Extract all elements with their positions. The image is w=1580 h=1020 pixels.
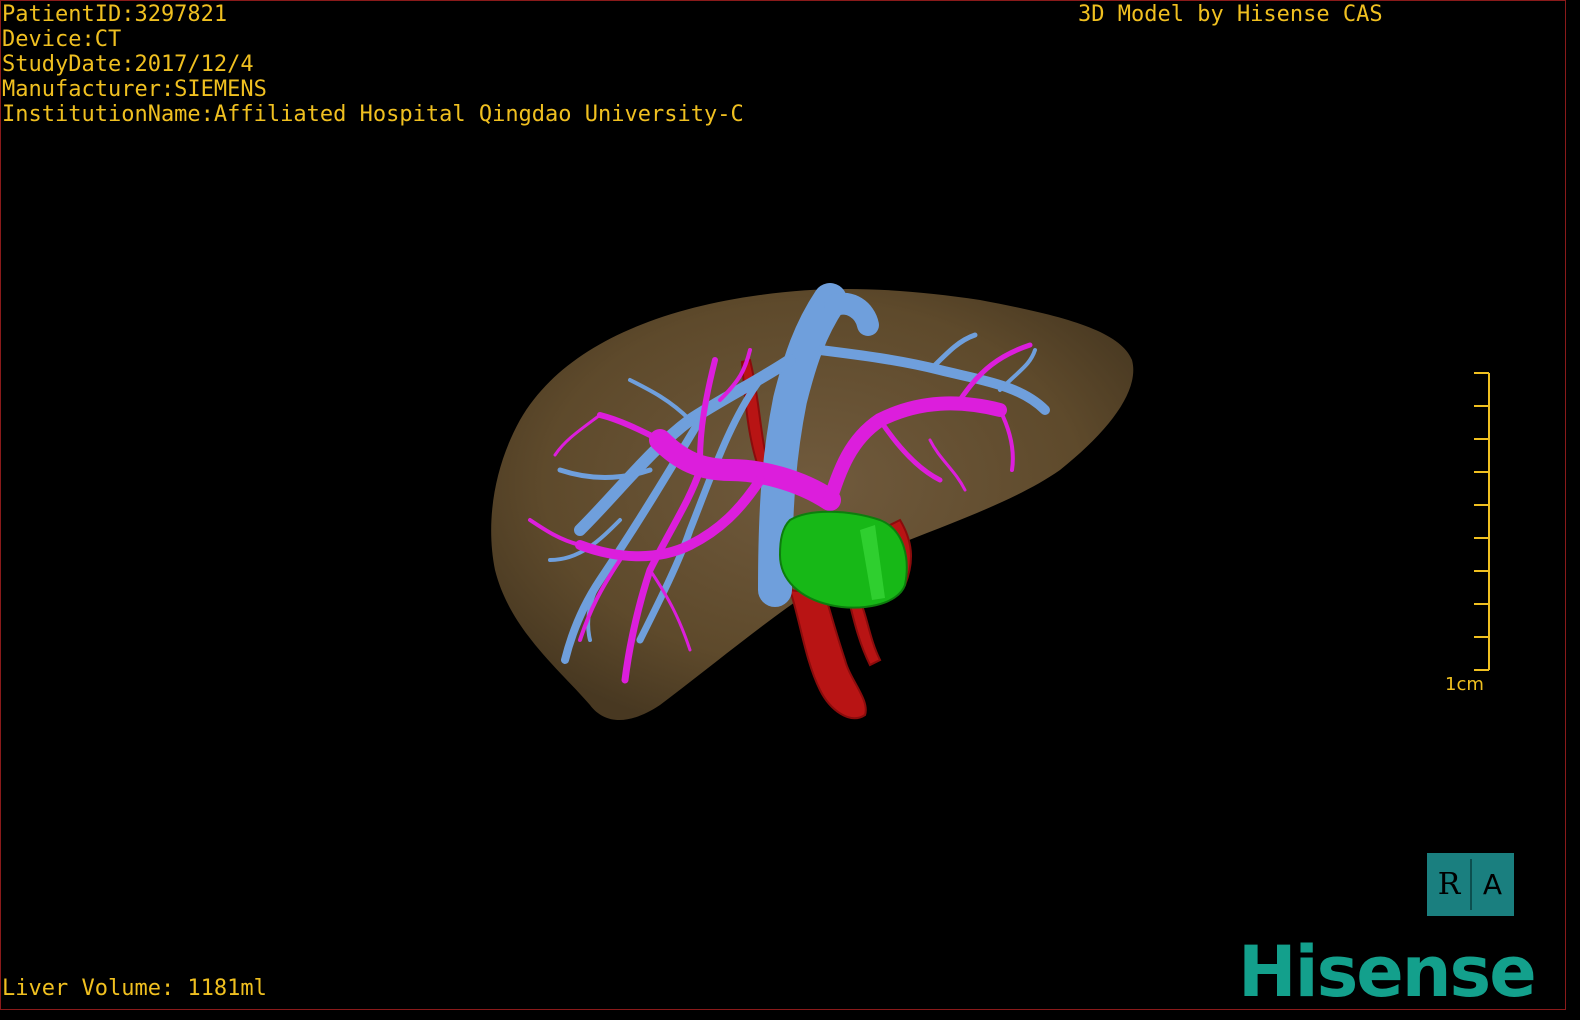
orientation-right-glyph: R xyxy=(1437,867,1461,902)
liver-volume: Liver Volume: 1181ml xyxy=(2,976,267,1001)
institution-name: InstitutionName:Affiliated Hospital Qing… xyxy=(2,102,744,127)
scale-bar xyxy=(1474,372,1490,671)
model-credit: 3D Model by Hisense CAS xyxy=(1078,2,1383,27)
manufacturer: Manufacturer:SIEMENS xyxy=(2,77,267,102)
orientation-anterior-glyph: A xyxy=(1482,868,1503,901)
device: Device:CT xyxy=(2,27,122,52)
orientation-marker[interactable]: R A xyxy=(1427,853,1514,916)
scale-bar-label: 1cm xyxy=(1445,674,1484,695)
patient-id: PatientID:3297821 xyxy=(2,2,228,27)
liver-3d-model[interactable] xyxy=(0,0,1580,1020)
hisense-logo: Hisense xyxy=(1238,931,1537,1013)
study-date: StudyDate:2017/12/4 xyxy=(2,52,254,77)
dicom-info-panel: PatientID:3297821 Device:CT StudyDate:20… xyxy=(2,2,744,127)
